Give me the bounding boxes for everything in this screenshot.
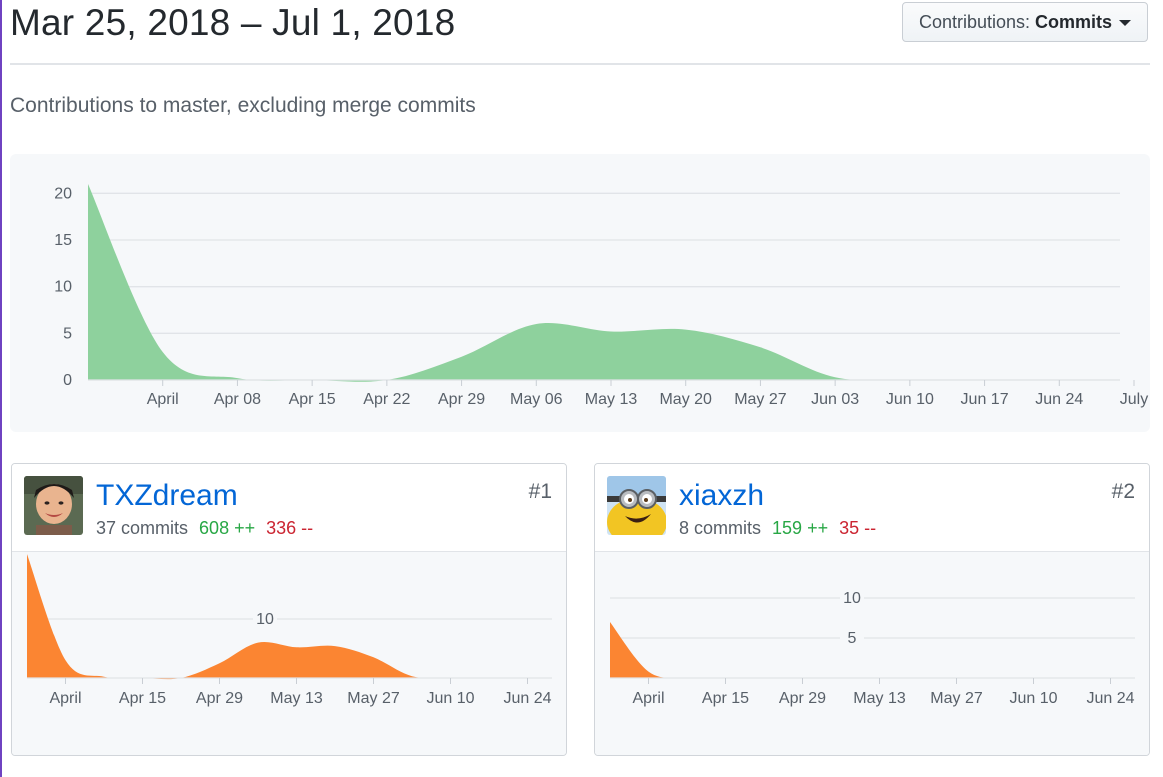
main-chart-svg: 0 5 10 15 20 April Apr 08 Apr 15 Apr 22 Apr 29 May… [54,184,1148,408]
x-tick-label: Apr 15 [289,391,336,408]
x-tick-label: May 13 [853,690,906,707]
x-tick-label: Jun 10 [1009,690,1057,707]
y-tick-label: 0 [63,372,72,389]
x-tick-label: Jun 24 [1086,690,1134,707]
filter-value: Commits [1035,11,1113,32]
x-tick-label: May 27 [930,690,983,707]
y-tick-label: 10 [54,279,72,296]
contributor-1-chart-svg: 10 April Apr 15 Apr 29 May 13 May 27 Jun 10 Jun… [27,554,566,707]
x-tick-label: Jun 17 [961,391,1009,408]
page-left-border [0,0,2,777]
y-tick-label: 15 [54,232,72,249]
caret-down-icon [1119,20,1132,26]
x-tick-label: April [632,690,664,707]
x-tick-label: Jun 24 [503,690,551,707]
x-tick-label: April [49,690,81,707]
x-tick-label: Jun 03 [811,391,859,408]
x-tick-label: Jun 10 [426,690,474,707]
x-tick-label: May 27 [347,690,400,707]
series-area [610,622,1149,679]
x-tick-label: May 27 [734,391,787,408]
contributor-card-2: xiaxzh 8 commits 159 ++ 35 -- #2 5 10 Apri… [594,463,1150,756]
x-tick-label: Apr 22 [363,391,410,408]
x-tick-label: Apr 29 [438,391,485,408]
chart-subtitle: Contributions to master, excluding merge… [10,94,476,117]
x-tick-label: Jun 24 [1035,391,1083,408]
x-tick-label: April [147,391,179,408]
filter-label: Contributions: [918,11,1031,32]
y-tick-label: 5 [848,630,857,647]
x-tick-label: July [1120,391,1148,408]
series-area [27,554,566,680]
header-divider [10,63,1150,65]
x-tick-label: May 06 [510,391,563,408]
x-tick-label: May 13 [585,391,638,408]
contributor-2-chart-svg: 5 10 April Apr 15 Apr 29 May 13 May 27 Jun 10 Ju… [610,590,1149,707]
date-range-title: Mar 25, 2018 – Jul 1, 2018 [10,2,456,43]
x-tick-label: Jun 10 [886,391,934,408]
x-tick-label: Apr 15 [119,690,166,707]
contributions-filter-button[interactable]: Contributions: Commits [902,2,1148,42]
x-tick-label: Apr 15 [702,690,749,707]
y-tick-label: 5 [63,325,72,342]
y-tick-label: 10 [256,611,274,628]
x-tick-label: May 20 [659,391,712,408]
y-tick-label: 10 [843,590,861,607]
x-tick-label: Apr 29 [196,690,243,707]
y-tick-label: 20 [54,185,72,202]
x-tick-label: Apr 08 [214,391,261,408]
main-contributions-chart: 0 5 10 15 20 April Apr 08 Apr 15 Apr 22 Apr 29 May… [10,154,1150,432]
x-tick-label: Apr 29 [779,690,826,707]
x-tick-label: May 13 [270,690,323,707]
contributor-card-1: TXZdream 37 commits 608 ++ 336 -- #1 10 A… [11,463,567,756]
series-area [88,184,1134,382]
